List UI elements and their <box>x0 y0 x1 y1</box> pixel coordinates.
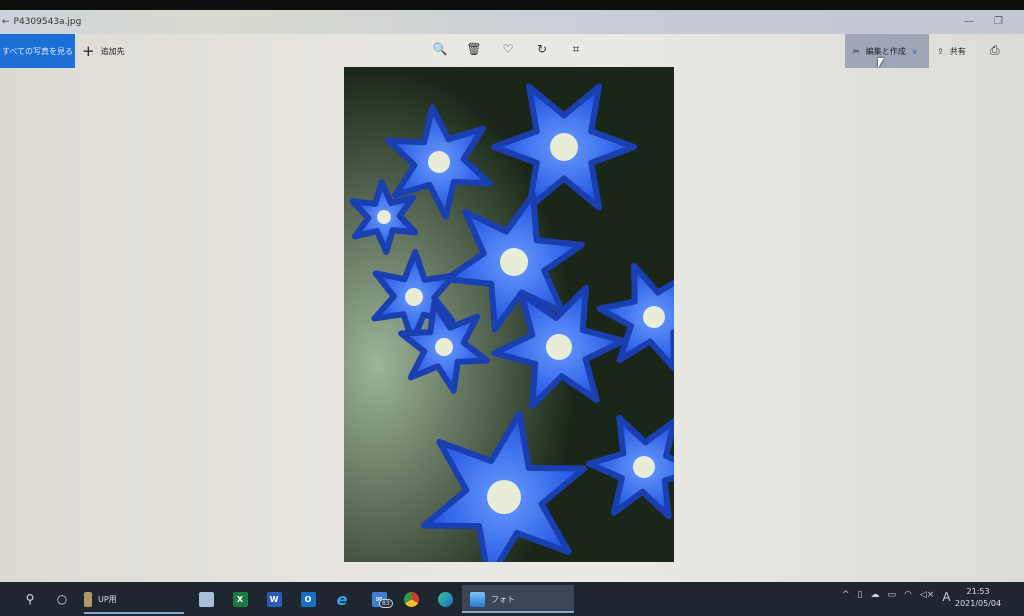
mouse-cursor <box>878 58 884 68</box>
battery-icon[interactable]: ▭ <box>888 590 897 604</box>
taskbar: ⚲ ○ UP用 X W O e ✉ 83 フォト ^ ▯ ☁ ▭ ◠ ◁× A 2… <box>0 582 1024 616</box>
mail-badge: 83 <box>379 599 393 608</box>
outlook-icon: O <box>300 591 316 607</box>
taskbar-folder-up[interactable]: UP用 <box>84 588 184 614</box>
photos-app-window: ← P4309543a.jpg — ❐ すべての写真を見る + 追加先 🔍 🗑 ♡… <box>0 10 1024 582</box>
edit-create-label: 編集と作成 <box>865 46 906 56</box>
taskbar-ie[interactable]: e <box>333 588 351 610</box>
share-button[interactable]: ⇪ 共有 <box>937 34 966 68</box>
photo-image <box>344 67 674 562</box>
heart-icon[interactable]: ♡ <box>500 42 516 57</box>
plus-icon: + <box>82 42 95 60</box>
crop-icon[interactable]: ⌗ <box>568 42 584 57</box>
add-to-label: 追加先 <box>100 46 125 56</box>
edit-create-button[interactable]: ✂ 編集と作成 ∨ <box>845 34 929 68</box>
flower-center <box>550 133 578 161</box>
active-indicator <box>462 611 574 613</box>
notepad-icon <box>198 591 214 607</box>
rotate-icon[interactable]: ↻ <box>534 42 550 57</box>
back-button[interactable]: ← <box>2 17 10 27</box>
toolbar: すべての写真を見る + 追加先 🔍 🗑 ♡ ↻ ⌗ ✂ 編集と作成 ∨ ⇪ 共有 … <box>0 34 1024 68</box>
minimize-button[interactable]: — <box>964 16 974 27</box>
clock-time: 21:53 <box>966 587 990 596</box>
add-to-button[interactable]: + 追加先 <box>82 34 125 68</box>
edge-icon <box>437 591 453 607</box>
flower-center <box>428 151 450 173</box>
system-tray: ^ ▯ ☁ ▭ ◠ ◁× A <box>842 590 951 604</box>
onedrive-icon[interactable]: ☁ <box>871 590 880 604</box>
wifi-icon[interactable]: ◠ <box>904 590 912 604</box>
word-icon: W <box>266 591 282 607</box>
flower-center <box>633 456 655 478</box>
print-icon[interactable]: ⎙ <box>990 43 1000 58</box>
taskbar-chrome[interactable] <box>402 588 420 610</box>
folder-icon <box>84 591 92 607</box>
delete-icon[interactable]: 🗑 <box>466 42 482 57</box>
taskbar-notepad[interactable] <box>197 588 215 610</box>
photos-icon <box>470 591 485 607</box>
cortana-icon[interactable]: ○ <box>52 588 72 610</box>
image-tools: 🔍 🗑 ♡ ↻ ⌗ <box>432 42 584 57</box>
flower-center <box>487 480 521 514</box>
photos-label: フォト <box>491 594 515 604</box>
clock[interactable]: 21:53 2021/05/04 <box>955 586 1001 610</box>
taskbar-excel[interactable]: X <box>231 588 249 610</box>
maximize-button[interactable]: ❐ <box>994 16 1003 27</box>
volume-muted-icon[interactable]: ◁× <box>920 590 934 604</box>
taskbar-edge[interactable] <box>436 588 454 610</box>
title-bar: ← P4309543a.jpg — ❐ <box>0 10 1024 34</box>
flower-center <box>546 334 572 360</box>
see-all-photos-button[interactable]: すべての写真を見る <box>0 34 75 68</box>
flower-center <box>435 338 453 356</box>
photo-blue-clematis <box>344 67 674 562</box>
flower-center <box>500 248 528 276</box>
search-icon[interactable]: ⚲ <box>20 588 40 610</box>
flower-center <box>643 306 665 328</box>
folder-label: UP用 <box>98 594 117 604</box>
chevron-down-icon: ∨ <box>911 46 918 56</box>
zoom-icon[interactable]: 🔍 <box>432 42 448 57</box>
share-label: 共有 <box>949 46 966 56</box>
chrome-icon <box>403 591 419 607</box>
flower-center <box>405 288 423 306</box>
share-icon: ⇪ <box>937 46 944 56</box>
flower-center <box>377 210 391 224</box>
show-hidden-icons[interactable]: ^ <box>842 590 850 604</box>
clock-date: 2021/05/04 <box>955 599 1002 608</box>
meet-now-icon[interactable]: ▯ <box>858 590 863 604</box>
taskbar-mail[interactable]: ✉ 83 <box>367 588 393 610</box>
taskbar-word[interactable]: W <box>265 588 283 610</box>
ie-icon: e <box>336 589 348 609</box>
window-title: P4309543a.jpg <box>13 17 82 27</box>
taskbar-photos[interactable]: フォト <box>462 585 574 613</box>
ime-icon[interactable]: A <box>942 590 950 604</box>
edit-icon: ✂ <box>853 46 860 56</box>
taskbar-outlook[interactable]: O <box>299 588 317 610</box>
active-indicator <box>84 612 184 614</box>
excel-icon: X <box>232 591 248 607</box>
